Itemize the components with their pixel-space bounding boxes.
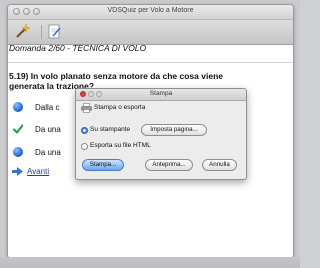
next-link-label: Avanti: [27, 167, 50, 176]
preview-button[interactable]: Anteprima...: [145, 159, 193, 171]
header-divider: [8, 62, 293, 63]
answer-1-text: Dalla c: [35, 103, 60, 112]
arrow-right-icon: [12, 167, 23, 176]
wand-icon[interactable]: [14, 23, 31, 40]
dialog-title: Stampa: [149, 90, 173, 97]
question-line-1: 5.19) In volo planato senza motore da ch…: [9, 71, 223, 81]
answer-3-text: Da una: [35, 148, 61, 157]
desktop-bottom-edge: [0, 257, 300, 268]
printer-radio[interactable]: [81, 127, 88, 134]
toolbar: [8, 20, 293, 45]
print-dialog: Stampa Stampa o esporta Su stampante Imp…: [75, 88, 247, 180]
printer-icon: [81, 103, 92, 113]
answer-2-text: Da una: [35, 125, 61, 134]
check-icon: [13, 124, 23, 134]
html-export-radio[interactable]: [81, 143, 88, 150]
title-bar: VDSQuiz per Volo a Motore: [8, 5, 293, 20]
blue-dot-icon: [13, 147, 23, 157]
note-icon[interactable]: [46, 23, 63, 40]
question-header: Domanda 2/60 - TECNICA DI VOLO: [9, 43, 147, 53]
print-button[interactable]: Stampa...: [82, 159, 124, 171]
toolbar-separator: [41, 25, 42, 39]
window-title: VDSQuiz per Volo a Motore: [107, 7, 194, 14]
printer-option-label: Su stampante: [90, 126, 131, 133]
dialog-title-bar: Stampa: [76, 89, 246, 101]
page-setup-button[interactable]: Imposta pagina...: [141, 124, 207, 136]
dialog-heading: Stampa o esporta: [94, 104, 146, 111]
cancel-button[interactable]: Annulla: [202, 159, 237, 171]
blue-dot-icon: [13, 102, 23, 112]
html-export-label: Esporta su file HTML: [90, 142, 151, 149]
